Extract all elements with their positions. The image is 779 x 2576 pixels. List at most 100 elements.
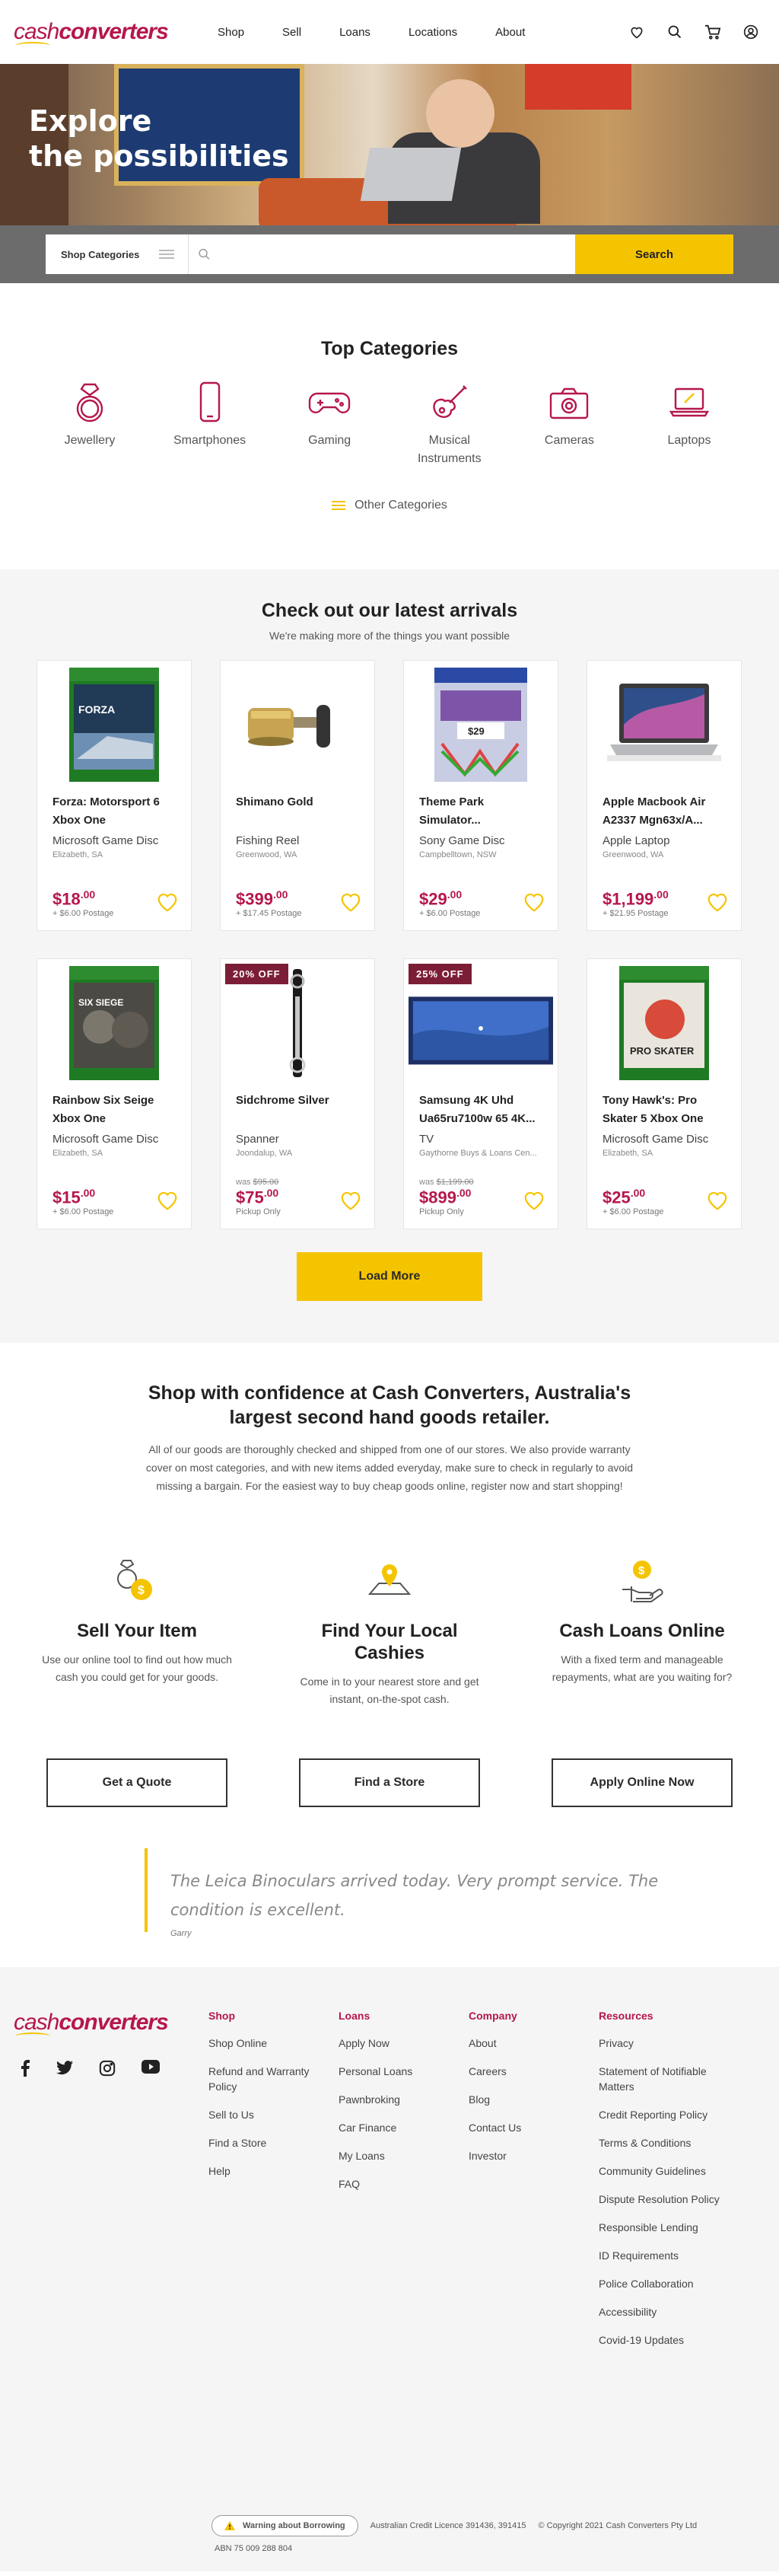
- account-icon[interactable]: [742, 24, 759, 40]
- footer-link[interactable]: Police Collaboration: [599, 2276, 736, 2291]
- warning-label: Warning about Borrowing: [243, 2521, 345, 2530]
- footer-column-title: Resources: [599, 2010, 653, 2022]
- warning-borrowing-button[interactable]: Warning about Borrowing: [211, 2515, 358, 2536]
- product-card[interactable]: 25% OFF Samsung 4K Uhd Ua65ru7100w 65 4K…: [403, 958, 558, 1229]
- other-categories-label: Other Categories: [355, 499, 447, 512]
- footer-link[interactable]: Privacy: [599, 2036, 736, 2051]
- was-price: was $95.00: [236, 1177, 279, 1187]
- category-select[interactable]: Shop Categories: [46, 234, 189, 274]
- top-categories-title: Top Categories: [320, 338, 459, 359]
- footer-link[interactable]: Refund and Warranty Policy: [208, 2064, 339, 2094]
- footer-column-resources: Resources Privacy Statement of Notifiabl…: [599, 2010, 736, 2361]
- footer-link[interactable]: My Loans: [339, 2148, 469, 2163]
- load-more-button[interactable]: Load More: [297, 1252, 482, 1301]
- instagram-icon[interactable]: [99, 2060, 116, 2077]
- footer-link[interactable]: Apply Now: [339, 2036, 469, 2051]
- product-card[interactable]: FORZA Forza: Motorsport 6 Xbox One Micro…: [37, 660, 192, 931]
- footer-link[interactable]: Credit Reporting Policy: [599, 2107, 736, 2122]
- youtube-icon[interactable]: [141, 2060, 160, 2074]
- footer-link[interactable]: Accessibility: [599, 2304, 736, 2319]
- smartphone-icon: [199, 381, 220, 422]
- footer-column-shop: Shop Shop Online Refund and Warranty Pol…: [208, 2010, 339, 2361]
- product-card[interactable]: 20% OFF Sidchrome Silver Spanner Joondal…: [220, 958, 375, 1229]
- product-postage: + $21.95 Postage: [603, 909, 669, 918]
- wishlist-heart-icon[interactable]: [156, 1190, 179, 1215]
- footer-link[interactable]: Statement of Notifiable Matters: [599, 2064, 736, 2094]
- footer-link[interactable]: Blog: [469, 2092, 599, 2107]
- nav-loans[interactable]: Loans: [339, 26, 370, 39]
- footer-link[interactable]: FAQ: [339, 2176, 469, 2192]
- footer-link[interactable]: Dispute Resolution Policy: [599, 2192, 736, 2207]
- price-block: $399.00 + $17.45 Postage: [236, 888, 302, 918]
- footer-link[interactable]: Community Guidelines: [599, 2163, 736, 2179]
- footer-link[interactable]: ID Requirements: [599, 2248, 736, 2263]
- hero-laptop-image: [360, 148, 462, 201]
- price-block: $18.00 + $6.00 Postage: [52, 888, 113, 918]
- footer-logo[interactable]: cash converters: [14, 2010, 187, 2036]
- svg-text:$29: $29: [468, 725, 485, 737]
- confidence-section: Shop with confidence at Cash Converters,…: [0, 1343, 779, 1556]
- category-row: Jewellery Smartphones Gaming Musical Ins…: [30, 381, 749, 468]
- logo-swoosh: [15, 2032, 50, 2040]
- product-image: $29: [409, 665, 553, 784]
- footer-link[interactable]: Personal Loans: [339, 2064, 469, 2079]
- product-postage: Pickup Only: [236, 1207, 281, 1216]
- price-block: $25.00 + $6.00 Postage: [603, 1187, 663, 1216]
- arrivals-title: Check out our latest arrivals: [261, 600, 518, 621]
- category-musical-instruments[interactable]: Musical Instruments: [396, 381, 503, 468]
- product-card[interactable]: Apple Macbook Air A2337 Mgn63x/A... Appl…: [587, 660, 742, 931]
- wishlist-heart-icon[interactable]: [339, 1190, 362, 1215]
- other-categories-link[interactable]: Other Categories: [332, 499, 447, 512]
- footer-link[interactable]: Terms & Conditions: [599, 2135, 736, 2150]
- product-image: 25% OFF: [409, 964, 553, 1082]
- wishlist-heart-icon[interactable]: [156, 891, 179, 917]
- heart-icon[interactable]: [628, 24, 645, 40]
- category-jewellery[interactable]: Jewellery: [37, 381, 143, 468]
- nav-locations[interactable]: Locations: [409, 26, 457, 39]
- get-quote-button[interactable]: Get a Quote: [46, 1758, 227, 1807]
- footer-link[interactable]: Covid-19 Updates: [599, 2332, 736, 2348]
- product-card[interactable]: $29 Theme Park Simulator... Sony Game Di…: [403, 660, 558, 931]
- product-location: Greenwood, WA: [236, 850, 297, 859]
- category-label: Laptops: [667, 434, 711, 447]
- cart-icon[interactable]: [704, 24, 721, 40]
- service-body: With a fixed term and manageable repayme…: [552, 1653, 733, 1683]
- search-input[interactable]: [218, 248, 575, 260]
- wishlist-heart-icon[interactable]: [706, 891, 729, 917]
- twitter-icon[interactable]: [56, 2060, 73, 2075]
- find-store-button[interactable]: Find a Store: [299, 1758, 480, 1807]
- category-cameras[interactable]: Cameras: [516, 381, 622, 468]
- footer-link[interactable]: Pawnbroking: [339, 2092, 469, 2107]
- product-card[interactable]: SIX SIEGE Rainbow Six Seige Xbox One Mic…: [37, 958, 192, 1229]
- logo[interactable]: cash converters: [14, 19, 187, 45]
- category-laptops[interactable]: Laptops: [636, 381, 742, 468]
- nav-sell[interactable]: Sell: [282, 26, 301, 39]
- product-card[interactable]: PRO SKATER Tony Hawk's: Pro Skater 5 Xbo…: [587, 958, 742, 1229]
- footer-link[interactable]: Help: [208, 2163, 339, 2179]
- footer-link[interactable]: About: [469, 2036, 599, 2051]
- wishlist-heart-icon[interactable]: [706, 1190, 729, 1215]
- footer-link[interactable]: Contact Us: [469, 2120, 599, 2135]
- site-header: cash converters Shop Sell Loans Locations…: [0, 0, 779, 64]
- category-smartphones[interactable]: Smartphones: [157, 381, 263, 468]
- product-image: [592, 665, 736, 784]
- footer-link[interactable]: Sell to Us: [208, 2107, 339, 2122]
- wishlist-heart-icon[interactable]: [523, 1190, 545, 1215]
- wishlist-heart-icon[interactable]: [339, 891, 362, 917]
- facebook-icon[interactable]: [20, 2060, 30, 2077]
- nav-shop[interactable]: Shop: [218, 26, 244, 39]
- apply-online-button[interactable]: Apply Online Now: [552, 1758, 733, 1807]
- search-button[interactable]: Search: [575, 234, 733, 274]
- wishlist-heart-icon[interactable]: [523, 891, 545, 917]
- footer-link[interactable]: Shop Online: [208, 2036, 339, 2051]
- product-card[interactable]: Shimano Gold Fishing Reel Greenwood, WA …: [220, 660, 375, 931]
- footer-link[interactable]: Careers: [469, 2064, 599, 2079]
- nav-about[interactable]: About: [495, 26, 525, 39]
- footer-link[interactable]: Find a Store: [208, 2135, 339, 2150]
- footer-link[interactable]: Investor: [469, 2148, 599, 2163]
- search-icon[interactable]: [666, 24, 683, 40]
- footer-link[interactable]: Responsible Lending: [599, 2220, 736, 2235]
- footer-link[interactable]: Car Finance: [339, 2120, 469, 2135]
- category-gaming[interactable]: Gaming: [276, 381, 383, 468]
- product-subtitle: TV: [419, 1133, 434, 1146]
